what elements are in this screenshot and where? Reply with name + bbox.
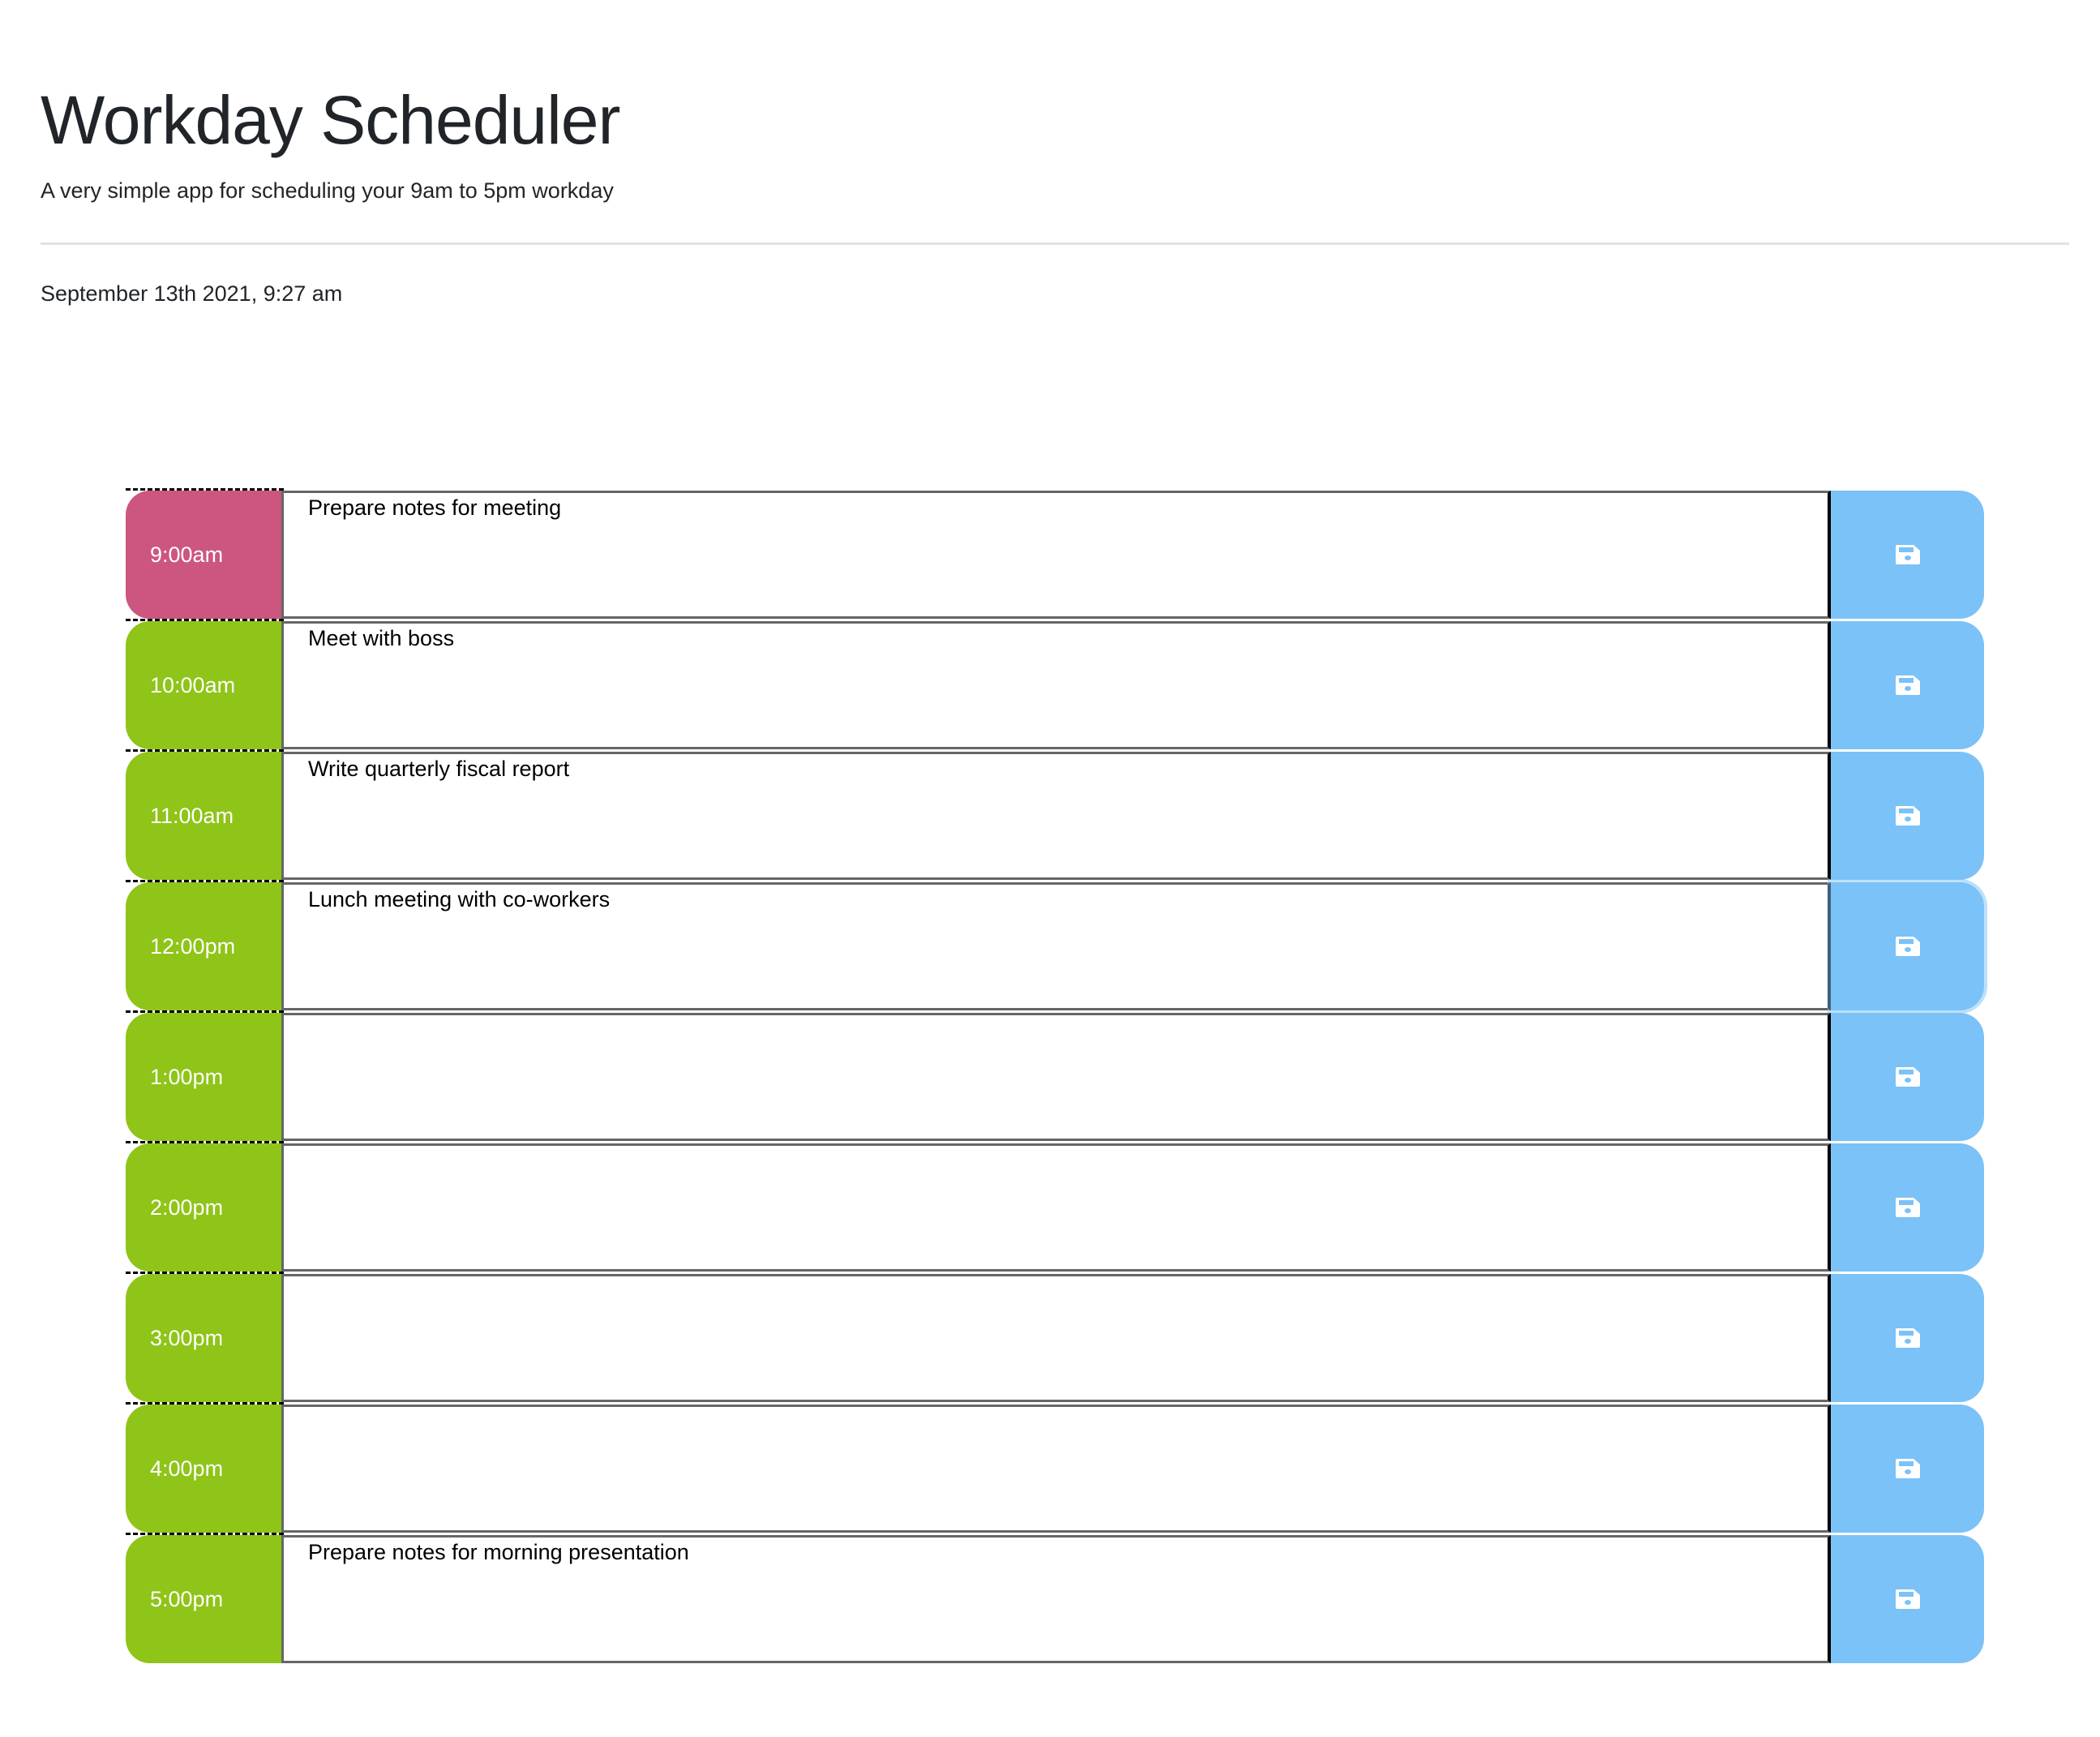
floppy-disk-icon (1895, 806, 1920, 826)
page-title: Workday Scheduler (41, 82, 620, 158)
hour-label: 2:00pm (126, 1143, 281, 1272)
save-button[interactable] (1831, 1405, 1984, 1533)
event-description-input[interactable] (281, 1405, 1831, 1533)
save-button[interactable] (1831, 491, 1984, 619)
time-block-row: 2:00pm (126, 1141, 1991, 1274)
time-block-row: 3:00pm (126, 1272, 1991, 1405)
event-description-input[interactable] (281, 1274, 1831, 1402)
hour-label: 12:00pm (126, 882, 281, 1010)
save-button[interactable] (1831, 1143, 1984, 1272)
hour-label: 11:00am (126, 752, 281, 880)
event-description-input[interactable]: Lunch meeting with co-workers (281, 882, 1831, 1010)
time-block-row: 4:00pm (126, 1402, 1991, 1535)
save-button[interactable] (1831, 621, 1984, 749)
floppy-disk-icon (1895, 937, 1920, 956)
time-block-row: 10:00am Meet with boss (126, 619, 1991, 752)
time-block-row: 9:00am Prepare notes for meeting (126, 488, 1991, 621)
floppy-disk-icon (1895, 1459, 1920, 1478)
page-subtitle: A very simple app for scheduling your 9a… (41, 178, 614, 203)
floppy-disk-icon (1895, 1589, 1920, 1609)
time-block-row: 11:00am Write quarterly fiscal report (126, 749, 1991, 882)
floppy-disk-icon (1895, 1328, 1920, 1348)
header-divider (41, 242, 2069, 245)
time-block-row: 5:00pm Prepare notes for morning presenta… (126, 1533, 1991, 1666)
hour-label: 3:00pm (126, 1274, 281, 1402)
event-description-input[interactable] (281, 1143, 1831, 1272)
hour-label: 5:00pm (126, 1535, 281, 1663)
event-description-input[interactable]: Prepare notes for meeting (281, 491, 1831, 619)
event-description-input[interactable] (281, 1013, 1831, 1141)
hour-label: 9:00am (126, 491, 281, 619)
floppy-disk-icon (1895, 545, 1920, 564)
time-block-row: 12:00pm Lunch meeting with co-workers (126, 880, 1991, 1013)
floppy-disk-icon (1895, 1198, 1920, 1217)
time-block-row: 1:00pm (126, 1010, 1991, 1143)
save-button[interactable] (1831, 1274, 1984, 1402)
floppy-disk-icon (1895, 1067, 1920, 1087)
save-button[interactable] (1831, 752, 1984, 880)
hour-label: 4:00pm (126, 1405, 281, 1533)
time-block-list: 9:00am Prepare notes for meeting 10:00am Me… (126, 488, 1991, 1666)
event-description-input[interactable]: Meet with boss (281, 621, 1831, 749)
save-button[interactable] (1831, 1013, 1984, 1141)
current-date: September 13th 2021, 9:27 am (41, 281, 343, 306)
save-button[interactable] (1831, 1535, 1984, 1663)
save-button[interactable] (1831, 882, 1984, 1010)
floppy-disk-icon (1895, 676, 1920, 695)
event-description-input[interactable]: Prepare notes for morning presentation (281, 1535, 1831, 1663)
hour-label: 10:00am (126, 621, 281, 749)
event-description-input[interactable]: Write quarterly fiscal report (281, 752, 1831, 880)
hour-label: 1:00pm (126, 1013, 281, 1141)
